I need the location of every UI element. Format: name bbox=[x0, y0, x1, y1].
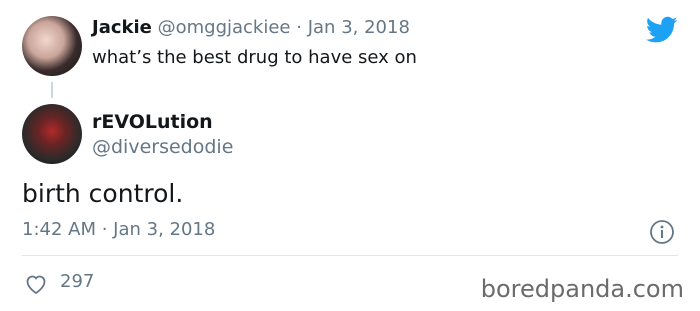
original-tweet-header: Jackie @omggjackiee · Jan 3, 2018 bbox=[92, 16, 410, 40]
thread-connector bbox=[51, 82, 53, 98]
watermark: boredpanda.com bbox=[480, 275, 684, 303]
avatar-revolution[interactable] bbox=[22, 104, 82, 164]
like-count[interactable]: 297 bbox=[60, 270, 94, 294]
heart-icon[interactable] bbox=[24, 272, 48, 296]
original-author-name[interactable]: Jackie bbox=[92, 17, 152, 38]
reply-author-handle[interactable]: @diversedodie bbox=[92, 135, 233, 159]
avatar-jackie[interactable] bbox=[22, 16, 82, 76]
original-author-handle[interactable]: @omggjackiee bbox=[158, 17, 291, 38]
twitter-bird-icon[interactable] bbox=[646, 16, 678, 44]
reply-timestamp[interactable]: 1:42 AM · Jan 3, 2018 bbox=[22, 218, 215, 242]
reply-tweet-text: birth control. bbox=[22, 179, 184, 208]
tweet-card: Jackie @omggjackiee · Jan 3, 2018 what’s… bbox=[0, 0, 700, 311]
divider bbox=[22, 255, 678, 256]
header-separator: · bbox=[296, 17, 302, 38]
reply-author-name[interactable]: rEVOLution bbox=[92, 110, 213, 134]
original-tweet-text: what’s the best drug to have sex on bbox=[92, 47, 417, 68]
info-icon[interactable] bbox=[649, 219, 675, 245]
original-tweet-date[interactable]: Jan 3, 2018 bbox=[308, 17, 410, 38]
